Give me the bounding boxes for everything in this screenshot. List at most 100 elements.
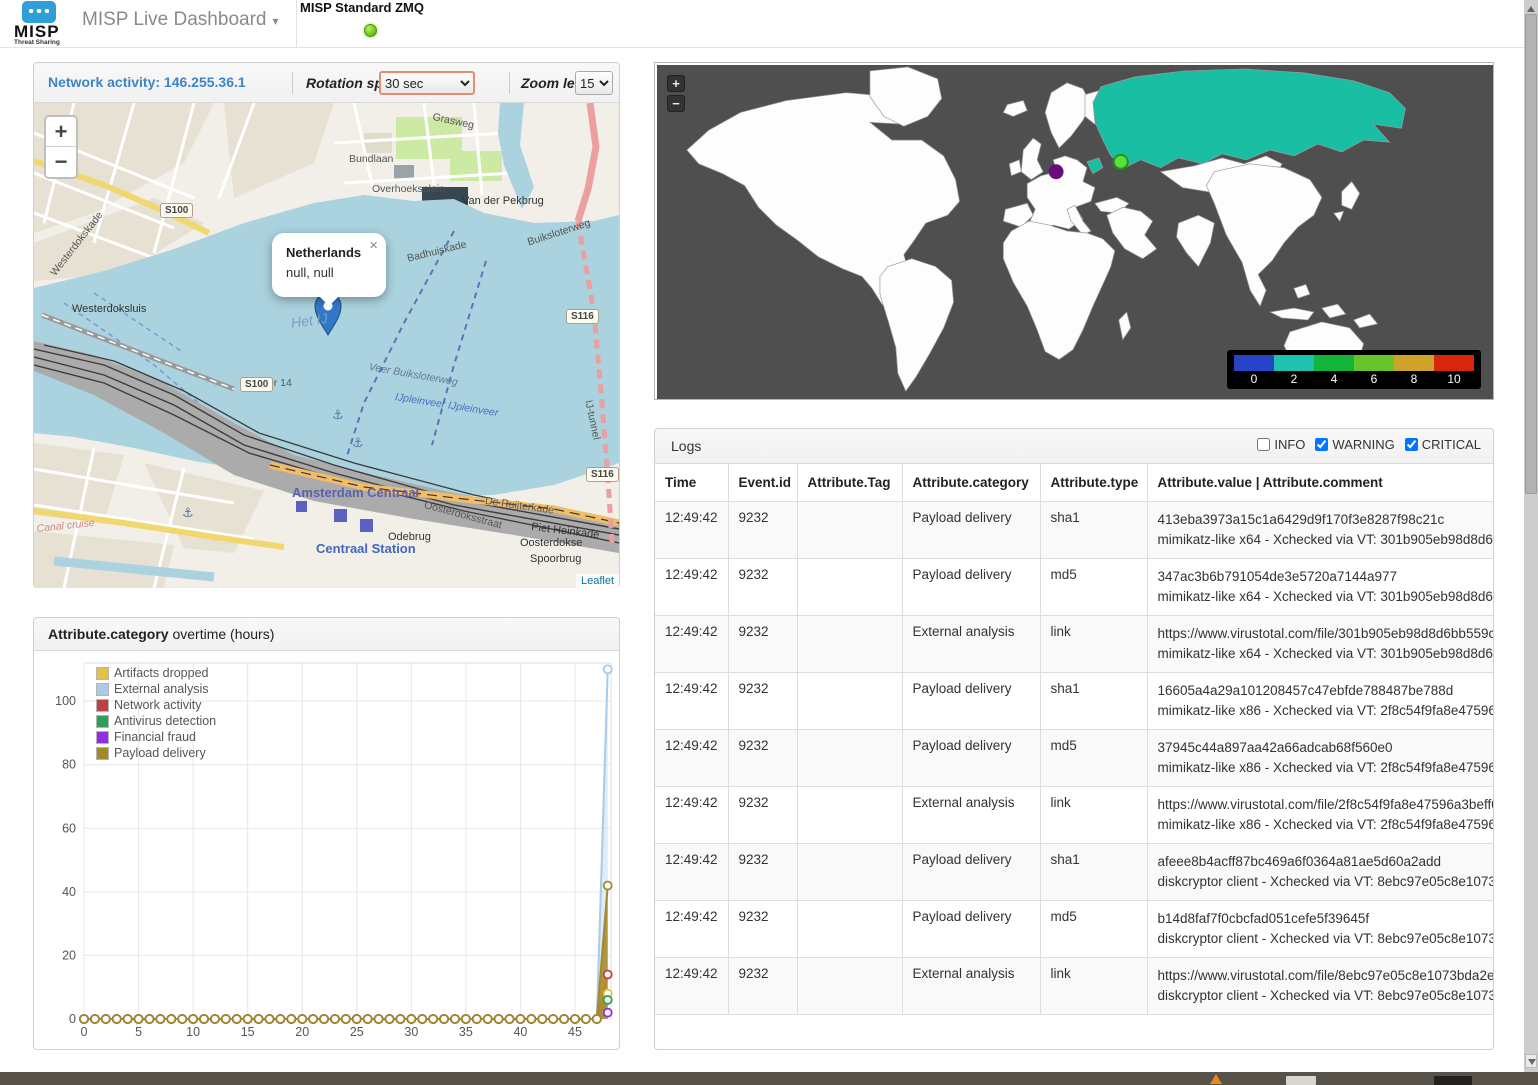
color-scale-swatch [1234,355,1274,371]
chart-panel-header: Attribute.category overtime (hours) [34,618,619,651]
logs-title: Logs [671,438,701,454]
log-attribute-category: Payload delivery [902,901,1040,958]
log-event-id: 9232 [728,958,797,1015]
log-attribute-category: Payload delivery [902,730,1040,787]
log-attribute-category: External analysis [902,958,1040,1015]
activity-dot-purple [1049,164,1064,179]
world-map-panel[interactable]: + − 0246810 [654,62,1494,400]
legend-item: Network activity [96,697,216,713]
svg-text:100: 100 [55,694,76,708]
map-zoom-out-button[interactable]: − [46,147,76,177]
filter-info[interactable]: INFO [1257,437,1305,452]
log-time: 12:49:42 [655,502,728,559]
svg-text:60: 60 [62,821,76,835]
logs-column-header: Attribute.value | Attribute.comment [1147,464,1493,502]
rotation-speed-select[interactable]: 30 sec [379,71,475,95]
color-scale-swatch [1434,355,1474,371]
taskbar [0,1072,1538,1085]
log-row: 12:49:429232Payload deliverymd537945c44a… [655,730,1493,787]
scrollbar-thumb[interactable] [1525,14,1537,494]
world-map-zoom-out-button[interactable]: − [667,95,685,112]
log-attribute-tag [797,787,902,844]
logs-column-header: Event.id [728,464,797,502]
log-attribute-category: External analysis [902,787,1040,844]
navbar-divider [296,0,297,48]
filter-critical-checkbox[interactable] [1405,438,1418,451]
map-zoom-in-button[interactable]: + [46,117,76,147]
logs-header-row: TimeEvent.idAttribute.TagAttribute.categ… [655,464,1493,502]
popup-close-icon[interactable]: × [369,237,378,254]
svg-text:25: 25 [350,1025,364,1039]
network-activity-panel: Network activity: 146.255.36.1 Rotation … [33,62,620,588]
misp-logo[interactable]: MISP Threat Sharing [12,1,70,47]
taskbar-warning-icon[interactable] [1210,1074,1222,1084]
log-attribute-value: https://www.virustotal.com/file/301b905e… [1147,616,1493,673]
legend-swatch [96,667,109,680]
log-row: 12:49:429232Payload deliverymd5b14d8faf7… [655,901,1493,958]
log-event-id: 9232 [728,730,797,787]
svg-text:40: 40 [513,1025,527,1039]
log-attribute-type: link [1040,958,1147,1015]
chart-plot-area: 020406080100051015202530354045 Artifacts… [34,651,619,1049]
log-attribute-type: link [1040,616,1147,673]
log-attribute-value: afeee8b4acff87bc469a6f0364a81ae5d60a2add… [1147,844,1493,901]
network-activity-title[interactable]: Network activity: 146.255.36.1 [48,74,246,90]
logs-panel: Logs INFOWARNINGCRITICAL TimeEvent.idAtt… [654,428,1494,1050]
log-time: 12:49:42 [655,844,728,901]
scrollbar-down-arrow-icon[interactable] [1525,1054,1537,1068]
log-attribute-tag [797,559,902,616]
log-attribute-value: b14d8faf7f0cbcfad051cefe5f39645fdiskcryp… [1147,901,1493,958]
taskbar-button[interactable] [1434,1076,1472,1085]
header-divider [292,72,293,94]
log-attribute-category: Payload delivery [902,559,1040,616]
color-scale-swatch [1354,355,1394,371]
svg-text:0: 0 [69,1012,76,1026]
svg-text:10: 10 [186,1025,200,1039]
logs-column-header: Attribute.Tag [797,464,902,502]
logs-column-header: Attribute.type [1040,464,1147,502]
leaflet-attribution-link[interactable]: Leaflet [576,574,619,588]
log-attribute-tag [797,616,902,673]
color-scale-tick: 8 [1394,371,1434,387]
log-time: 12:49:42 [655,901,728,958]
log-event-id: 9232 [728,901,797,958]
dashboard-title-dropdown[interactable]: MISP Live Dashboard▾ [82,9,279,31]
logs-column-header: Time [655,464,728,502]
svg-text:⚓: ⚓ [332,407,344,422]
filter-critical[interactable]: CRITICAL [1405,437,1481,452]
color-scale-tick: 2 [1274,371,1314,387]
world-map-zoom-in-button[interactable]: + [667,75,685,92]
svg-text:15: 15 [241,1025,255,1039]
popup-country-name: Netherlands [286,245,361,260]
world-map-zoom-control: + − [667,75,685,115]
legend-label: Artifacts dropped [114,666,209,680]
zmq-label: MISP Standard ZMQ [300,0,424,15]
world-map-graphic [657,65,1493,399]
log-event-id: 9232 [728,559,797,616]
chevron-down-icon: ▾ [272,14,278,28]
scrollbar-up-arrow-icon[interactable] [1527,2,1535,12]
header-divider [509,72,510,94]
taskbar-button[interactable] [1286,1076,1316,1085]
color-scale-swatch [1314,355,1354,371]
logs-column-header: Attribute.category [902,464,1040,502]
log-attribute-value: 16605a4a29a101208457c47ebfde788487be788d… [1147,673,1493,730]
color-scale-swatch [1274,355,1314,371]
chart-title: Attribute.category overtime (hours) [48,626,274,642]
log-attribute-tag [797,901,902,958]
log-event-id: 9232 [728,616,797,673]
attribute-category-chart-panel: Attribute.category overtime (hours) 0204… [33,617,620,1050]
zmq-status-led [364,24,377,37]
world-map-color-scale: 0246810 [1227,350,1481,389]
log-row: 12:49:429232Payload deliverymd5347ac3b6b… [655,559,1493,616]
log-attribute-value: 37945c44a897aa42a66adcab68f560e0mimikatz… [1147,730,1493,787]
log-event-id: 9232 [728,673,797,730]
leaflet-street-map[interactable]: ⚓ ⚓ ⚓ GraswegBundlaanOverhoekspleinVan d… [34,103,619,588]
color-scale-swatch [1394,355,1434,371]
log-level-filters: INFO WARNING CRITICAL [1247,437,1481,452]
page-scrollbar[interactable] [1524,0,1538,1072]
filter-info-checkbox[interactable] [1257,438,1270,451]
zoom-level-select[interactable]: 15 [575,71,613,95]
filter-warning-checkbox[interactable] [1315,438,1328,451]
filter-warning[interactable]: WARNING [1315,437,1394,452]
